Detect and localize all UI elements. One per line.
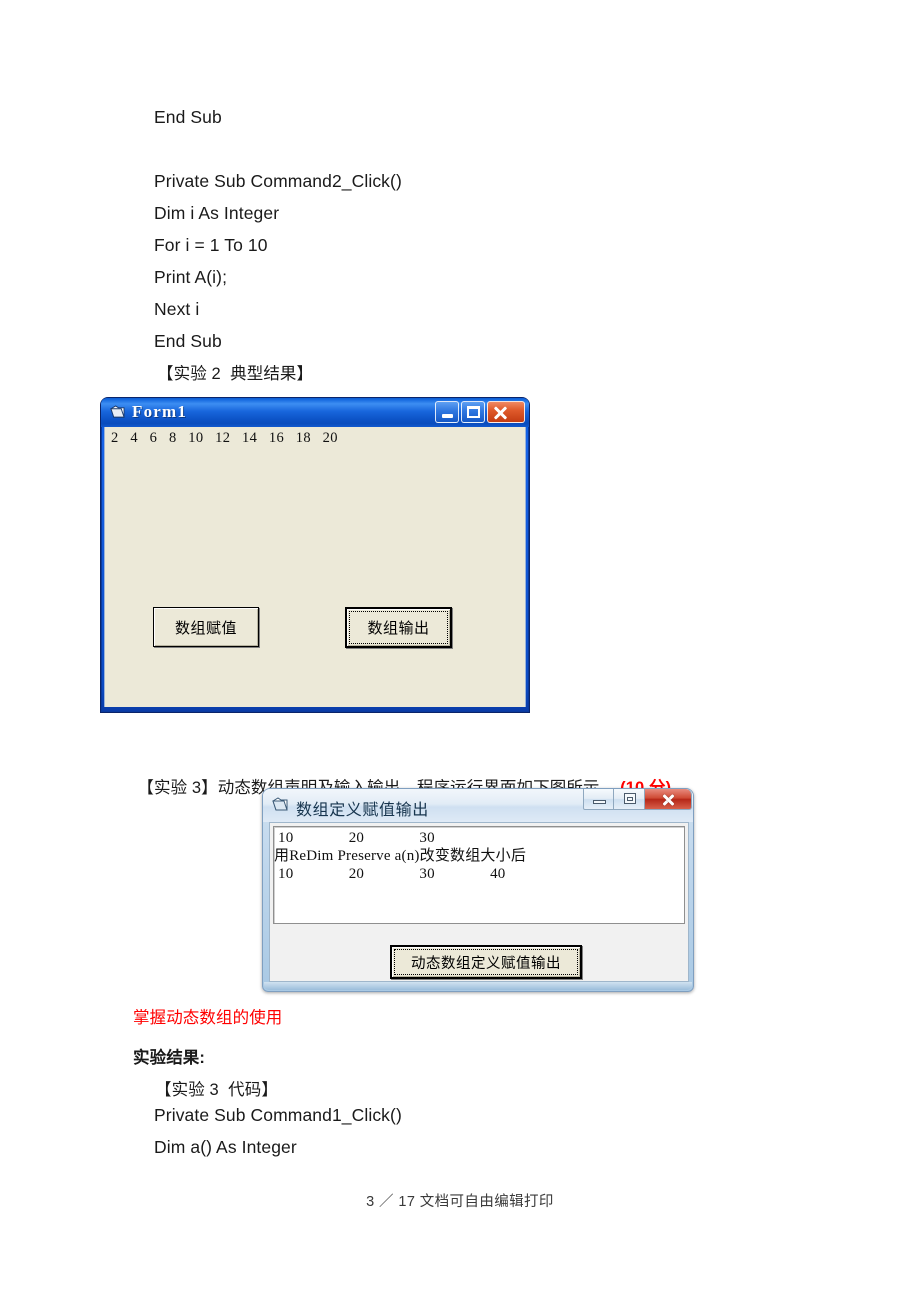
caption-experiment-2: 【实验 2 典型结果】 — [157, 365, 314, 383]
code-line-dim-a: Dim a() As Integer — [154, 1137, 297, 1157]
array-output-button-label: 数组输出 — [367, 620, 430, 637]
dynamic-array-output-box: 10 20 30 用ReDim Preserve a(n)改变数组大小后 10 … — [273, 826, 685, 924]
caption-experiment-3-code: 【实验 3 代码】 — [155, 1081, 278, 1099]
maximize-icon — [467, 406, 480, 418]
maximize-button[interactable] — [614, 789, 645, 810]
code-line-end-sub-1: End Sub — [154, 107, 222, 127]
w7-form-client-area: 10 20 30 用ReDim Preserve a(n)改变数组大小后 10 … — [269, 822, 689, 982]
dynamic-array-output-button-label: 动态数组定义赋值输出 — [411, 955, 561, 972]
minimize-button[interactable] — [583, 789, 614, 810]
maximize-button[interactable] — [461, 401, 485, 423]
minimize-button[interactable] — [435, 401, 459, 423]
xp-window-title: Form1 — [132, 402, 188, 421]
code-line-end-sub-2: End Sub — [154, 331, 222, 351]
objective-note: 掌握动态数组的使用 — [133, 1009, 283, 1027]
xp-titlebar[interactable]: Form1 — [101, 398, 529, 427]
dynamic-array-output-button[interactable]: 动态数组定义赋值输出 — [390, 945, 582, 979]
xp-caption-buttons — [435, 401, 525, 423]
aero-glass-edge — [264, 982, 692, 990]
output-line-3: 10 20 30 40 — [278, 866, 506, 882]
code-line-private-sub-command1: Private Sub Command1_Click() — [154, 1105, 402, 1125]
w7-window-title: 数组定义赋值输出 — [296, 802, 429, 819]
w7-titlebar[interactable]: 数组定义赋值输出 — [263, 789, 693, 822]
array-assign-button-label: 数组赋值 — [174, 619, 237, 637]
close-button[interactable] — [645, 789, 692, 810]
xp-form-client-area: 2 4 6 8 10 12 14 16 18 20 数组赋值 数组输出 — [104, 427, 526, 707]
vb-form-window-form1[interactable]: Form1 2 4 6 8 10 12 14 16 18 20 数组赋值 数组输… — [101, 398, 529, 712]
result-heading: 实验结果: — [133, 1049, 205, 1067]
minimize-icon — [442, 414, 453, 418]
vb-form-window-dynamic-array[interactable]: 数组定义赋值输出 10 20 30 用ReDim Preserve a(n)改变… — [262, 788, 694, 992]
array-output-button[interactable]: 数组输出 — [345, 607, 452, 648]
output-line-1: 10 20 30 — [278, 830, 435, 846]
maximize-icon — [624, 793, 636, 804]
vb-form-icon — [272, 797, 288, 811]
code-line-dim-i: Dim i As Integer — [154, 203, 280, 223]
code-line-for-i: For i = 1 To 10 — [154, 235, 268, 255]
output-line-2: 用ReDim Preserve a(n)改变数组大小后 — [274, 848, 527, 864]
minimize-icon — [593, 800, 606, 804]
code-line-print-a: Print A(i); — [154, 267, 228, 287]
vb-form-icon — [110, 405, 125, 418]
code-line-next-i: Next i — [154, 299, 200, 319]
w7-caption-buttons — [583, 789, 692, 811]
close-button[interactable] — [487, 401, 525, 423]
array-assign-button[interactable]: 数组赋值 — [153, 607, 259, 647]
array-output-text: 2 4 6 8 10 12 14 16 18 20 — [111, 430, 338, 446]
code-line-private-sub-command2: Private Sub Command2_Click() — [154, 171, 402, 191]
page-footer: 3 ／ 17 文档可自由编辑打印 — [366, 1194, 554, 1210]
